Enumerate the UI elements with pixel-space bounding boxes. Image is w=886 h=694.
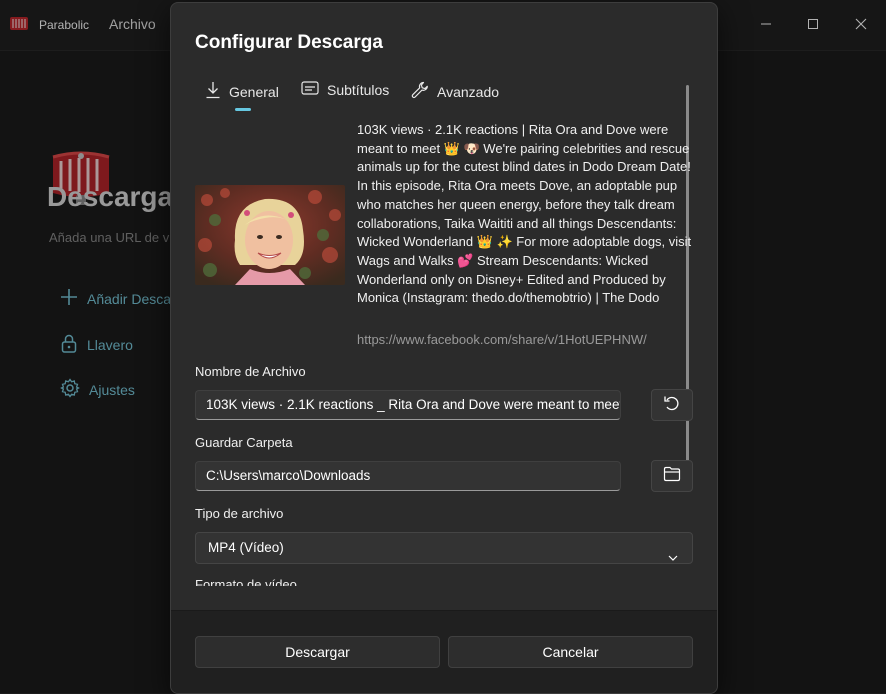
tab-general-label: General (229, 83, 279, 100)
filetype-value: MP4 (Vídeo) (208, 540, 284, 555)
undo-icon (663, 394, 681, 417)
save-folder-label: Guardar Carpeta (195, 435, 293, 450)
cancel-button[interactable]: Cancelar (448, 636, 693, 668)
tab-subtitles-label: Subtítulos (327, 81, 390, 98)
tab-advanced-label: Avanzado (437, 83, 500, 100)
filetype-dropdown[interactable]: MP4 (Vídeo) (195, 532, 693, 564)
tab-general[interactable]: General (205, 81, 279, 102)
save-folder-field[interactable]: C:\Users\marco\Downloads (195, 461, 621, 491)
dialog-footer: Descargar Cancelar (171, 610, 717, 693)
selected-tab-indicator (235, 108, 251, 111)
configure-download-dialog: Configurar Descarga General Subtítulos A… (170, 2, 718, 694)
browse-folder-button[interactable] (651, 460, 693, 492)
tab-advanced[interactable]: Avanzado (411, 81, 499, 102)
wrench-icon (411, 81, 429, 102)
video-url[interactable]: https://www.facebook.com/share/v/1HotUEP… (357, 332, 647, 347)
dialog-title: Configurar Descarga (195, 32, 383, 53)
download-icon (205, 81, 221, 102)
download-button[interactable]: Descargar (195, 636, 440, 668)
video-description: 103K views · 2.1K reactions | Rita Ora a… (357, 122, 692, 306)
filename-label: Nombre de Archivo (195, 364, 306, 379)
chevron-down-icon (668, 543, 678, 573)
filetype-label: Tipo de archivo (195, 506, 284, 521)
reset-filename-button[interactable] (651, 389, 693, 421)
filename-field[interactable]: 103K views · 2.1K reactions _ Rita Ora a… (195, 390, 621, 420)
tab-subtitles[interactable]: Subtítulos (301, 81, 389, 98)
subtitles-icon (301, 81, 319, 98)
scroll-clip (171, 586, 717, 610)
video-thumbnail (195, 185, 345, 285)
folder-icon (663, 466, 681, 487)
